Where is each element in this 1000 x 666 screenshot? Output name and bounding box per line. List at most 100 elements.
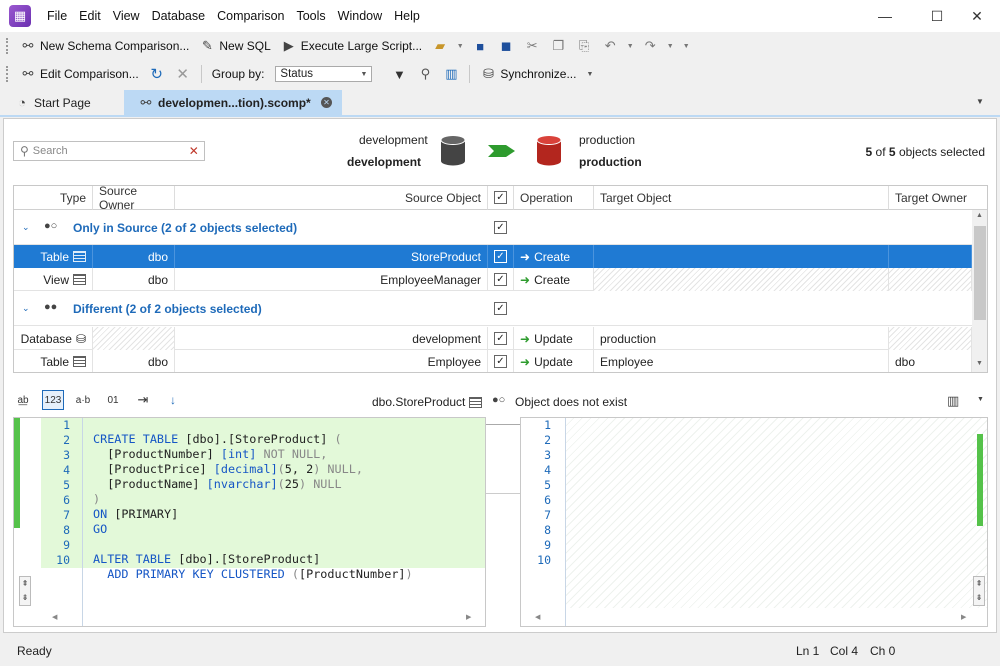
source-code-text[interactable]: CREATE TABLE [dbo].[StoreProduct] ( [Pro…: [93, 418, 413, 582]
row-operation[interactable]: Update: [534, 355, 573, 369]
diff-navigate-icon[interactable]: ⇞ ⇟: [19, 576, 31, 606]
row-checkbox[interactable]: ✓: [494, 250, 507, 263]
target-code-pane[interactable]: 1 2 3 4 5 6 7 8 9 10 ⇞ ⇟ ◀ ▶: [520, 417, 988, 627]
paste-icon[interactable]: ⎘: [571, 34, 597, 58]
grid-scrollbar[interactable]: ▲ ▼: [972, 210, 987, 372]
diff-navigate-icon[interactable]: ⇞ ⇟: [973, 576, 985, 606]
group-header-different[interactable]: ⌄ ●● Different (2 of 2 objects selected)…: [14, 292, 972, 326]
toolbar-grip[interactable]: [6, 66, 9, 82]
menu-edit[interactable]: Edit: [73, 0, 107, 32]
line-numbers-icon[interactable]: 123: [42, 390, 64, 410]
column-header-target-owner[interactable]: Target Owner: [889, 186, 987, 210]
group-header-only-in-source[interactable]: ⌄ ●○ Only in Source (2 of 2 objects sele…: [14, 211, 972, 245]
binary-icon[interactable]: 01: [102, 390, 124, 410]
search-input[interactable]: [32, 145, 183, 157]
row-target-owner: [889, 268, 972, 291]
undo-dropdown-arrow[interactable]: ▼: [623, 34, 637, 58]
scroll-up-icon[interactable]: ▲: [976, 212, 983, 219]
open-dropdown-arrow[interactable]: ▼: [453, 34, 467, 58]
redo-icon[interactable]: ↷: [637, 34, 663, 58]
menu-database[interactable]: Database: [146, 0, 212, 32]
indent-icon[interactable]: ⇥: [132, 390, 154, 410]
chevron-down-icon[interactable]: ⌄: [22, 303, 30, 314]
sort-icon[interactable]: ↓: [162, 390, 184, 410]
schema-compare-icon: ⚯: [140, 94, 152, 110]
menu-help[interactable]: Help: [388, 0, 426, 32]
open-file-icon[interactable]: ▰: [427, 34, 453, 58]
row-operation[interactable]: Update: [534, 332, 573, 346]
report-icon[interactable]: ▥: [438, 62, 464, 86]
layout-icon[interactable]: ▥: [947, 393, 959, 409]
clear-search-icon[interactable]: ✕: [189, 144, 199, 158]
scroll-down-icon[interactable]: ▼: [976, 360, 983, 367]
table-row[interactable]: View dbo EmployeeManager ✓ ➜ Create: [14, 268, 972, 291]
row-operation[interactable]: Create: [534, 250, 570, 264]
title-bar: ▦ File Edit View Database Comparison Too…: [0, 0, 1000, 32]
group-by-select[interactable]: Status ▼: [275, 66, 373, 82]
undo-icon[interactable]: ↶: [597, 34, 623, 58]
status-text: Ready: [17, 644, 52, 658]
start-page-icon: ◔: [18, 95, 26, 110]
tab-start-page[interactable]: ◔ Start Page: [0, 90, 122, 115]
only-in-source-icon: ●○: [44, 220, 58, 232]
redo-dropdown-arrow[interactable]: ▼: [663, 34, 677, 58]
scroll-right-icon[interactable]: ▶: [466, 613, 471, 621]
scrollbar-thumb[interactable]: [974, 226, 986, 320]
refresh-icon[interactable]: ↻: [144, 62, 170, 86]
group-checkbox[interactable]: ✓: [494, 302, 507, 315]
table-row[interactable]: Database ⛁ development ✓ ➜ Update producti…: [14, 327, 972, 350]
save-icon[interactable]: ■: [467, 34, 493, 58]
execute-large-script-button[interactable]: ▶ Execute Large Script...: [276, 34, 427, 58]
edit-comparison-button[interactable]: ⚯ Edit Comparison...: [15, 62, 144, 86]
column-header-type[interactable]: Type: [14, 186, 93, 210]
stop-icon[interactable]: ✕: [170, 62, 196, 86]
cut-icon[interactable]: ✂: [519, 34, 545, 58]
search-box[interactable]: ⚲ ✕: [13, 141, 205, 161]
new-sql-button[interactable]: ✎ New SQL: [194, 34, 275, 58]
close-tab-icon[interactable]: ✕: [321, 97, 332, 108]
copy-icon[interactable]: ❐: [545, 34, 571, 58]
minimize-button[interactable]: —: [862, 0, 908, 32]
ignore-case-icon[interactable]: a͟b: [12, 390, 34, 410]
menu-view[interactable]: View: [107, 0, 146, 32]
menu-comparison[interactable]: Comparison: [211, 0, 290, 32]
tab-list-dropdown-icon[interactable]: ▼: [976, 97, 984, 106]
column-header-source-object[interactable]: Source Object: [175, 186, 488, 210]
row-target-owner: dbo: [889, 350, 972, 372]
row-checkbox[interactable]: ✓: [494, 273, 507, 286]
select-all-checkbox[interactable]: ✓: [494, 191, 507, 204]
line-number-gutter: 1 2 3 4 5 6 7 8 9 10: [537, 418, 551, 567]
row-checkbox[interactable]: ✓: [494, 332, 507, 345]
new-schema-comparison-button[interactable]: ⚯ New Schema Comparison...: [15, 34, 194, 58]
menu-tools[interactable]: Tools: [290, 0, 331, 32]
layout-dropdown-icon[interactable]: ▼: [977, 396, 984, 403]
chevron-down-icon[interactable]: ⌄: [22, 222, 30, 233]
target-connection-name: production: [579, 133, 636, 147]
tab-comparison[interactable]: ⚯ developmen...tion).scomp* ✕: [124, 90, 342, 115]
scroll-right-icon[interactable]: ▶: [961, 613, 966, 621]
close-window-button[interactable]: ✕: [954, 0, 1000, 32]
synchronize-button[interactable]: ⛁ Synchronize... ▼: [475, 62, 598, 86]
column-header-operation[interactable]: Operation: [514, 186, 594, 210]
save-all-icon[interactable]: ◼: [493, 34, 519, 58]
group-checkbox[interactable]: ✓: [494, 221, 507, 234]
table-row[interactable]: Table dbo StoreProduct ✓ ➜ Create: [14, 245, 972, 268]
row-operation[interactable]: Create: [534, 273, 570, 287]
status-character: Ch 0: [870, 644, 896, 658]
column-header-target-object[interactable]: Target Object: [594, 186, 889, 210]
toolbar-grip[interactable]: [6, 38, 9, 54]
column-header-select-all[interactable]: ✓: [488, 186, 514, 210]
scroll-left-icon[interactable]: ◀: [535, 613, 540, 621]
menu-window[interactable]: Window: [332, 0, 388, 32]
object-filter-icon[interactable]: ⚲: [412, 62, 438, 86]
source-code-pane[interactable]: 1 2 3 4 5 6 7 8 9 10 CREATE TABLE [dbo].[StorePro…: [13, 417, 486, 627]
menu-file[interactable]: File: [41, 0, 73, 32]
table-row[interactable]: Table dbo Employee ✓ ➜ Update Employee db…: [14, 350, 972, 372]
column-header-source-owner[interactable]: Source Owner: [93, 186, 175, 212]
filter-icon[interactable]: ▼: [386, 62, 412, 86]
different-objects-icon: ●●: [44, 301, 58, 313]
scroll-left-icon[interactable]: ◀: [52, 613, 57, 621]
ignore-whitespace-icon[interactable]: a·b: [72, 390, 94, 410]
toolbar-options-arrow[interactable]: ▼: [677, 34, 695, 58]
row-checkbox[interactable]: ✓: [494, 355, 507, 368]
